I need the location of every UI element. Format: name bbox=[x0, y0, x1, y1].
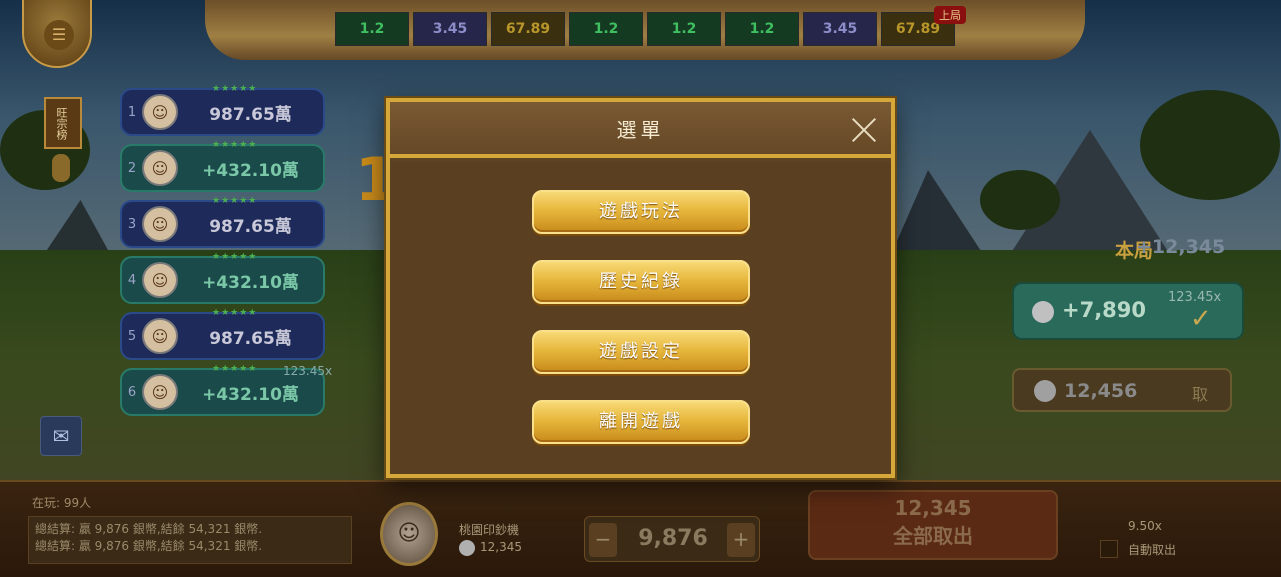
auto-cashout-label: 自動取出 bbox=[1128, 543, 1177, 557]
modal-body: 遊戲玩法 歷史紀錄 遊戲設定 離開遊戲 bbox=[390, 162, 891, 474]
history-chip: 1.2 bbox=[569, 12, 643, 46]
rank-value: +432.10萬 bbox=[202, 160, 299, 181]
history-chip: 67.89 bbox=[491, 12, 565, 46]
leaderboard-row[interactable]: ★★★★★ 4 ☺ +432.10萬 bbox=[120, 252, 325, 304]
history-button[interactable]: 歷史紀錄 bbox=[532, 260, 750, 304]
leaderboard-title-scroll[interactable]: 旺宗榜 bbox=[44, 97, 82, 149]
online-count: 在玩: 99人 bbox=[32, 496, 92, 510]
history-chip: 3.45 bbox=[803, 12, 877, 46]
rank-value: +432.10萬 bbox=[202, 272, 299, 293]
history-chip: 1.2 bbox=[335, 12, 409, 46]
decrease-bet-button[interactable]: − bbox=[589, 523, 617, 557]
auto-cashout-multiplier: 9.50x bbox=[1128, 519, 1162, 533]
history-chip: 1.2 bbox=[647, 12, 721, 46]
rank-number: 6 bbox=[127, 384, 137, 400]
leaderboard-row[interactable]: ★★★★★ 3 ☺ 987.65萬 bbox=[120, 196, 325, 248]
coin-icon bbox=[1034, 380, 1056, 402]
avatar: ☺ bbox=[142, 262, 178, 298]
mail-icon[interactable]: ✉ bbox=[40, 416, 82, 456]
rank-stars: ★★★★★ bbox=[212, 364, 258, 374]
round-value-text: +12,345 bbox=[1136, 236, 1226, 258]
checkmark-icon: ✓ bbox=[1190, 304, 1212, 334]
avatar: ☺ bbox=[142, 374, 178, 410]
player-avatar[interactable]: ☺ bbox=[380, 502, 438, 566]
menu-button[interactable]: ☰ bbox=[22, 0, 92, 68]
rank-stars: ★★★★★ bbox=[212, 252, 258, 262]
player-name: 桃園印鈔機 bbox=[459, 523, 520, 537]
leaderboard-multiplier-tag: 123.45x bbox=[283, 364, 333, 378]
cashout-pill-amount: 12,456 bbox=[1064, 380, 1138, 402]
rank-stars: ★★★★★ bbox=[212, 308, 258, 318]
cashout-all-label: 全部取出 bbox=[893, 524, 973, 548]
modal-header: 選單 bbox=[390, 102, 891, 158]
last-round-tag: 上局 bbox=[934, 6, 966, 24]
rank-value: 987.65萬 bbox=[209, 104, 292, 125]
rank-value: 987.65萬 bbox=[209, 328, 292, 349]
player-balance: 12,345 bbox=[480, 540, 522, 554]
modal-title: 選單 bbox=[616, 118, 665, 142]
rank-number: 5 bbox=[127, 328, 137, 344]
rank-stars: ★★★★★ bbox=[212, 196, 258, 206]
menu-modal: 選單 遊戲玩法 歷史紀錄 遊戲設定 離開遊戲 bbox=[386, 98, 895, 478]
rank-stars: ★★★★★ bbox=[212, 140, 258, 150]
game-settings-button[interactable]: 遊戲設定 bbox=[532, 330, 750, 374]
hamburger-icon: ☰ bbox=[44, 20, 74, 50]
rank-number: 1 bbox=[127, 104, 137, 120]
take-button[interactable]: 取 bbox=[1192, 381, 1208, 405]
multiplier-history: 1.2 3.45 67.89 1.2 1.2 1.2 3.45 67.89 bbox=[335, 12, 955, 46]
bet-value[interactable]: 9,876 bbox=[625, 526, 721, 551]
scroll-tassel bbox=[52, 154, 70, 182]
cashout-pill[interactable]: 12,456 取 bbox=[1012, 368, 1232, 412]
history-chip: 1.2 bbox=[725, 12, 799, 46]
cashout-all-amount: 12,345 bbox=[894, 496, 972, 520]
avatar: ☺ bbox=[142, 94, 178, 130]
bet-amount: +7,890 bbox=[1062, 298, 1147, 322]
settlement-line: 總結算: 贏 9,876 銀幣,結餘 54,321 銀幣. bbox=[35, 539, 263, 553]
leaderboard-row[interactable]: ★★★★★ 1 ☺ 987.65萬 bbox=[120, 84, 325, 136]
active-bet-pill[interactable]: +7,890 123.45x ✓ bbox=[1012, 282, 1244, 340]
rank-number: 4 bbox=[127, 272, 137, 288]
avatar: ☺ bbox=[142, 150, 178, 186]
cashout-all-button[interactable]: 12,345 全部取出 bbox=[808, 490, 1058, 560]
increase-bet-button[interactable]: + bbox=[727, 523, 755, 557]
exit-game-button[interactable]: 離開遊戲 bbox=[532, 400, 750, 444]
avatar: ☺ bbox=[142, 318, 178, 354]
rank-value: 987.65萬 bbox=[209, 216, 292, 237]
avatar: ☺ bbox=[142, 206, 178, 242]
coin-icon bbox=[459, 540, 475, 556]
how-to-play-button[interactable]: 遊戲玩法 bbox=[532, 190, 750, 234]
rank-value: +432.10萬 bbox=[202, 384, 299, 405]
rank-number: 2 bbox=[127, 160, 137, 176]
coin-icon bbox=[1032, 301, 1054, 323]
round-value: +12,345 bbox=[1136, 236, 1225, 258]
settlement-log: 總結算: 贏 9,876 銀幣,結餘 54,321 銀幣. 總結算: 贏 9,8… bbox=[28, 516, 352, 564]
bet-stepper: − 9,876 + bbox=[584, 516, 760, 562]
history-chip: 3.45 bbox=[413, 12, 487, 46]
auto-cashout-checkbox[interactable] bbox=[1100, 540, 1118, 558]
leaderboard-row[interactable]: ★★★★★ 5 ☺ 987.65萬 bbox=[120, 308, 325, 360]
leaderboard-row[interactable]: ★★★★★ 2 ☺ +432.10萬 bbox=[120, 140, 325, 192]
close-icon[interactable] bbox=[850, 116, 878, 144]
bet-multiplier: 123.45x bbox=[1168, 290, 1222, 305]
rank-number: 3 bbox=[127, 216, 137, 232]
rank-stars: ★★★★★ bbox=[212, 84, 258, 94]
settlement-line: 總結算: 贏 9,876 銀幣,結餘 54,321 銀幣. bbox=[35, 522, 263, 536]
